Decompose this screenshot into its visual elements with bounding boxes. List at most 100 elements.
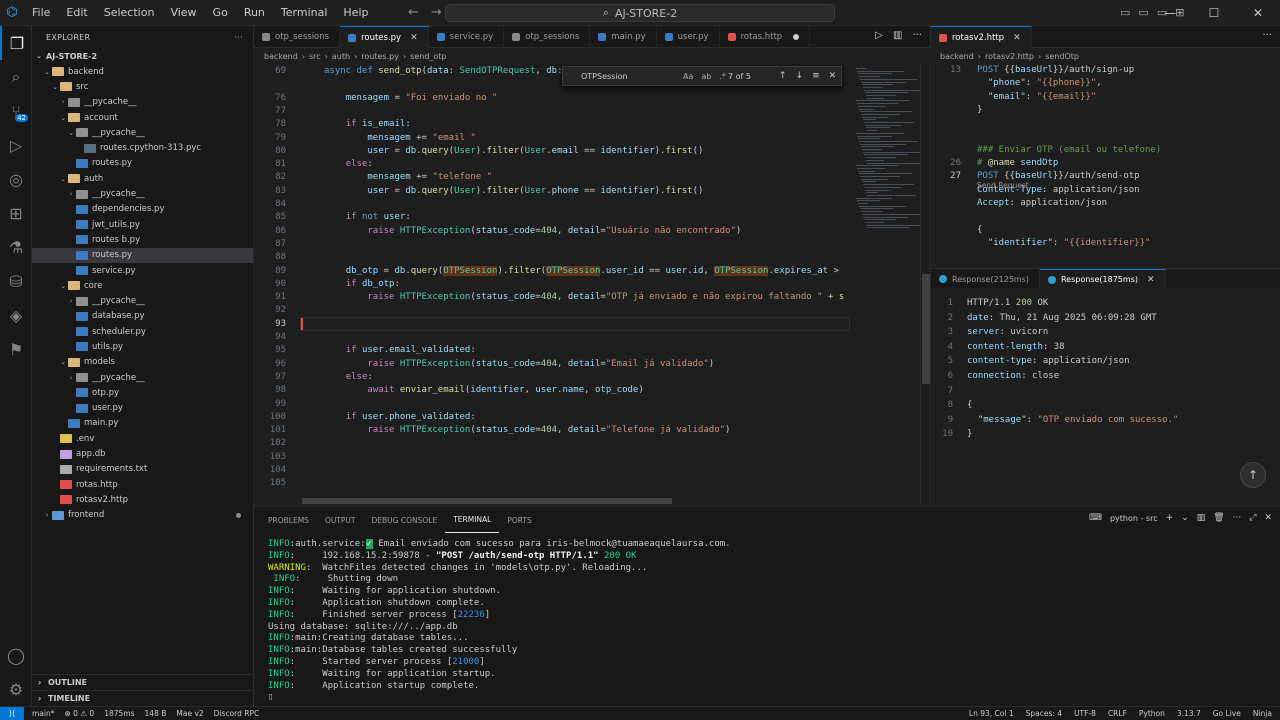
tab-main-py[interactable]: main.py [590, 26, 657, 48]
regex-icon[interactable]: .* [719, 72, 726, 81]
tree-item-frontend[interactable]: › frontend [32, 508, 253, 523]
tab-user-py[interactable]: user.py [657, 26, 720, 48]
tree-item-scheduler-py[interactable]: scheduler.py [32, 324, 253, 339]
run-icon[interactable]: ▷ [875, 30, 883, 41]
account-icon[interactable]: ◯ [0, 638, 32, 672]
terminal-output[interactable]: INFO:auth.service:✓ Email enviado com su… [268, 539, 1268, 704]
tab-routes-py[interactable]: routes.py ✕ [340, 26, 429, 48]
source-control-icon[interactable]: ⑂ 42 [0, 94, 32, 128]
menu-go[interactable]: Go [205, 0, 236, 26]
remote-explorer-icon[interactable]: ◎ [0, 162, 32, 196]
previous-match-icon[interactable]: ↑ [779, 71, 787, 81]
tree-item--pycache-[interactable]: › __pycache__ [32, 186, 253, 201]
close-find-icon[interactable]: ✕ [829, 71, 837, 81]
tree-item-account[interactable]: ⌄ account [32, 110, 253, 125]
tab-service-py[interactable]: service.py [429, 26, 505, 48]
tree-item-auth[interactable]: ⌄ auth [32, 171, 253, 186]
tree-item-backend[interactable]: ⌄ backend [32, 64, 253, 79]
tree-item--pycache-[interactable]: ⌄ __pycache__ [32, 125, 253, 140]
panel-tab-debug-console[interactable]: DEBUG CONSOLE [364, 507, 446, 533]
database-icon[interactable]: ⛁ [0, 264, 32, 298]
ninja[interactable]: Ninja [1253, 709, 1272, 718]
split-editor-icon[interactable]: ▥ [893, 30, 902, 41]
tree-item-rotasv2-http[interactable]: rotasv2.http [32, 492, 253, 507]
panel-tab-terminal[interactable]: TERMINAL [445, 507, 500, 533]
command-center-search[interactable]: ⌕ AJ-STORE-2 [445, 4, 835, 22]
minimize-icon[interactable]: — [1148, 6, 1192, 20]
tree-item-otp-py[interactable]: otp.py [32, 385, 253, 400]
tab-rotas-http[interactable]: rotas.http [720, 26, 811, 48]
send-request-codelens[interactable]: Send Request [977, 181, 1029, 190]
find-in-selection-icon[interactable]: ≡ [812, 71, 820, 81]
breadcrumb-item[interactable]: send_otp [410, 52, 446, 61]
mode-indicator[interactable]: Mae v2 [176, 709, 203, 718]
horizontal-scrollbar[interactable] [302, 498, 672, 504]
tree-item-routes-py[interactable]: routes.py [32, 156, 253, 171]
breadcrumb-item[interactable]: backend [264, 52, 298, 61]
tree-item--env[interactable]: .env [32, 431, 253, 446]
extensions-icon[interactable]: ⊞ [0, 196, 32, 230]
testing-icon[interactable]: ⚗ [0, 230, 32, 264]
tree-item-src[interactable]: ⌄ src [32, 79, 253, 94]
tree-item--pycache-[interactable]: › __pycache__ [32, 95, 253, 110]
tree-item-database-py[interactable]: database.py [32, 309, 253, 324]
more-actions-icon[interactable]: ··· [1262, 30, 1272, 41]
layers-icon[interactable]: ◈ [0, 298, 32, 332]
remote-indicator-icon[interactable]: ⟩⟨ [0, 706, 24, 720]
panel-tab-output[interactable]: OUTPUT [317, 507, 364, 533]
scrollbar-thumb[interactable] [922, 274, 930, 384]
breadcrumb-item[interactable]: auth [332, 52, 350, 61]
maximize-icon[interactable]: ☐ [1192, 6, 1236, 20]
maximize-panel-icon[interactable]: ⤢ [1249, 513, 1256, 523]
response-tab[interactable]: Response(2125ms) [931, 269, 1040, 289]
close-tab-icon[interactable]: ✕ [1147, 275, 1155, 285]
tree-item-app-db[interactable]: app.db [32, 446, 253, 461]
response-size[interactable]: 148 B [145, 709, 167, 718]
close-tab-icon[interactable]: ✕ [1013, 33, 1021, 43]
match-case-icon[interactable]: Aa [683, 72, 693, 81]
back-arrow-icon[interactable]: ← [408, 5, 419, 20]
git-branch[interactable]: main* [32, 709, 55, 718]
cursor-position[interactable]: Ln 93, Col 1 [969, 709, 1014, 718]
tree-item--pycache-[interactable]: › __pycache__ [32, 370, 253, 385]
response-tab[interactable]: Response(1875ms) ✕ [1039, 269, 1166, 289]
request-time[interactable]: 1875ms [104, 709, 134, 718]
more-actions-icon[interactable]: ··· [234, 33, 243, 42]
timeline-section[interactable]: › TIMELINE [32, 690, 254, 706]
close-panel-icon[interactable]: ✕ [1264, 513, 1272, 523]
tree-item-user-py[interactable]: user.py [32, 401, 253, 416]
chevron-down-icon[interactable]: ⌄ [1181, 513, 1189, 523]
tab-otp-sessions[interactable]: otp_sessions [254, 26, 341, 48]
menu-selection[interactable]: Selection [96, 0, 163, 26]
find-input[interactable]: OTPSession [581, 72, 628, 81]
minimap[interactable] [850, 64, 922, 506]
panel-tab-ports[interactable]: PORTS [499, 507, 539, 533]
tree-item-routes-cpython-313-pyc[interactable]: routes.cpython-313.pyc [32, 140, 253, 155]
close-window-icon[interactable]: ✕ [1236, 6, 1280, 20]
tree-item-models[interactable]: ⌄ models [32, 355, 253, 370]
breadcrumb-item[interactable]: src [309, 52, 321, 61]
breadcrumb-item[interactable]: routes.py [361, 52, 399, 61]
tree-item-dependencies-py[interactable]: dependencies.py [32, 202, 253, 217]
tree-item-requirements-txt[interactable]: requirements.txt [32, 462, 253, 477]
split-terminal-icon[interactable]: ▥ [1197, 513, 1206, 523]
tree-item-utils-py[interactable]: utils.py [32, 339, 253, 354]
tree-item-routes-b-py[interactable]: routes b.py [32, 232, 253, 247]
go-live[interactable]: Go Live [1213, 709, 1241, 718]
run-debug-icon[interactable]: ▷ [0, 128, 32, 162]
http-editor[interactable]: 13 POST {{baseUrl}}/auth/sign-up "phone":… [930, 64, 1280, 266]
code-editor[interactable]: 69 async def send_otp(data: SendOTPReques… [254, 64, 930, 506]
tree-item-service-py[interactable]: service.py [32, 263, 253, 278]
toggle-sidebar-icon[interactable]: ▭ [1120, 6, 1130, 19]
menu-run[interactable]: Run [236, 0, 273, 26]
more-actions-icon[interactable]: ··· [912, 30, 922, 41]
indentation[interactable]: Spaces: 4 [1026, 709, 1062, 718]
menu-help[interactable]: Help [335, 0, 376, 26]
menu-terminal[interactable]: Terminal [273, 0, 336, 26]
tab-otp-sessions[interactable]: otp_sessions [504, 26, 591, 48]
outline-section[interactable]: › OUTLINE [32, 674, 254, 690]
breadcrumb-item[interactable]: sendOtp [1045, 52, 1079, 61]
more-actions-icon[interactable]: ··· [1233, 513, 1242, 523]
kill-terminal-icon[interactable]: 🗑 [1213, 513, 1224, 523]
terminal-name[interactable]: python - src [1110, 514, 1158, 523]
